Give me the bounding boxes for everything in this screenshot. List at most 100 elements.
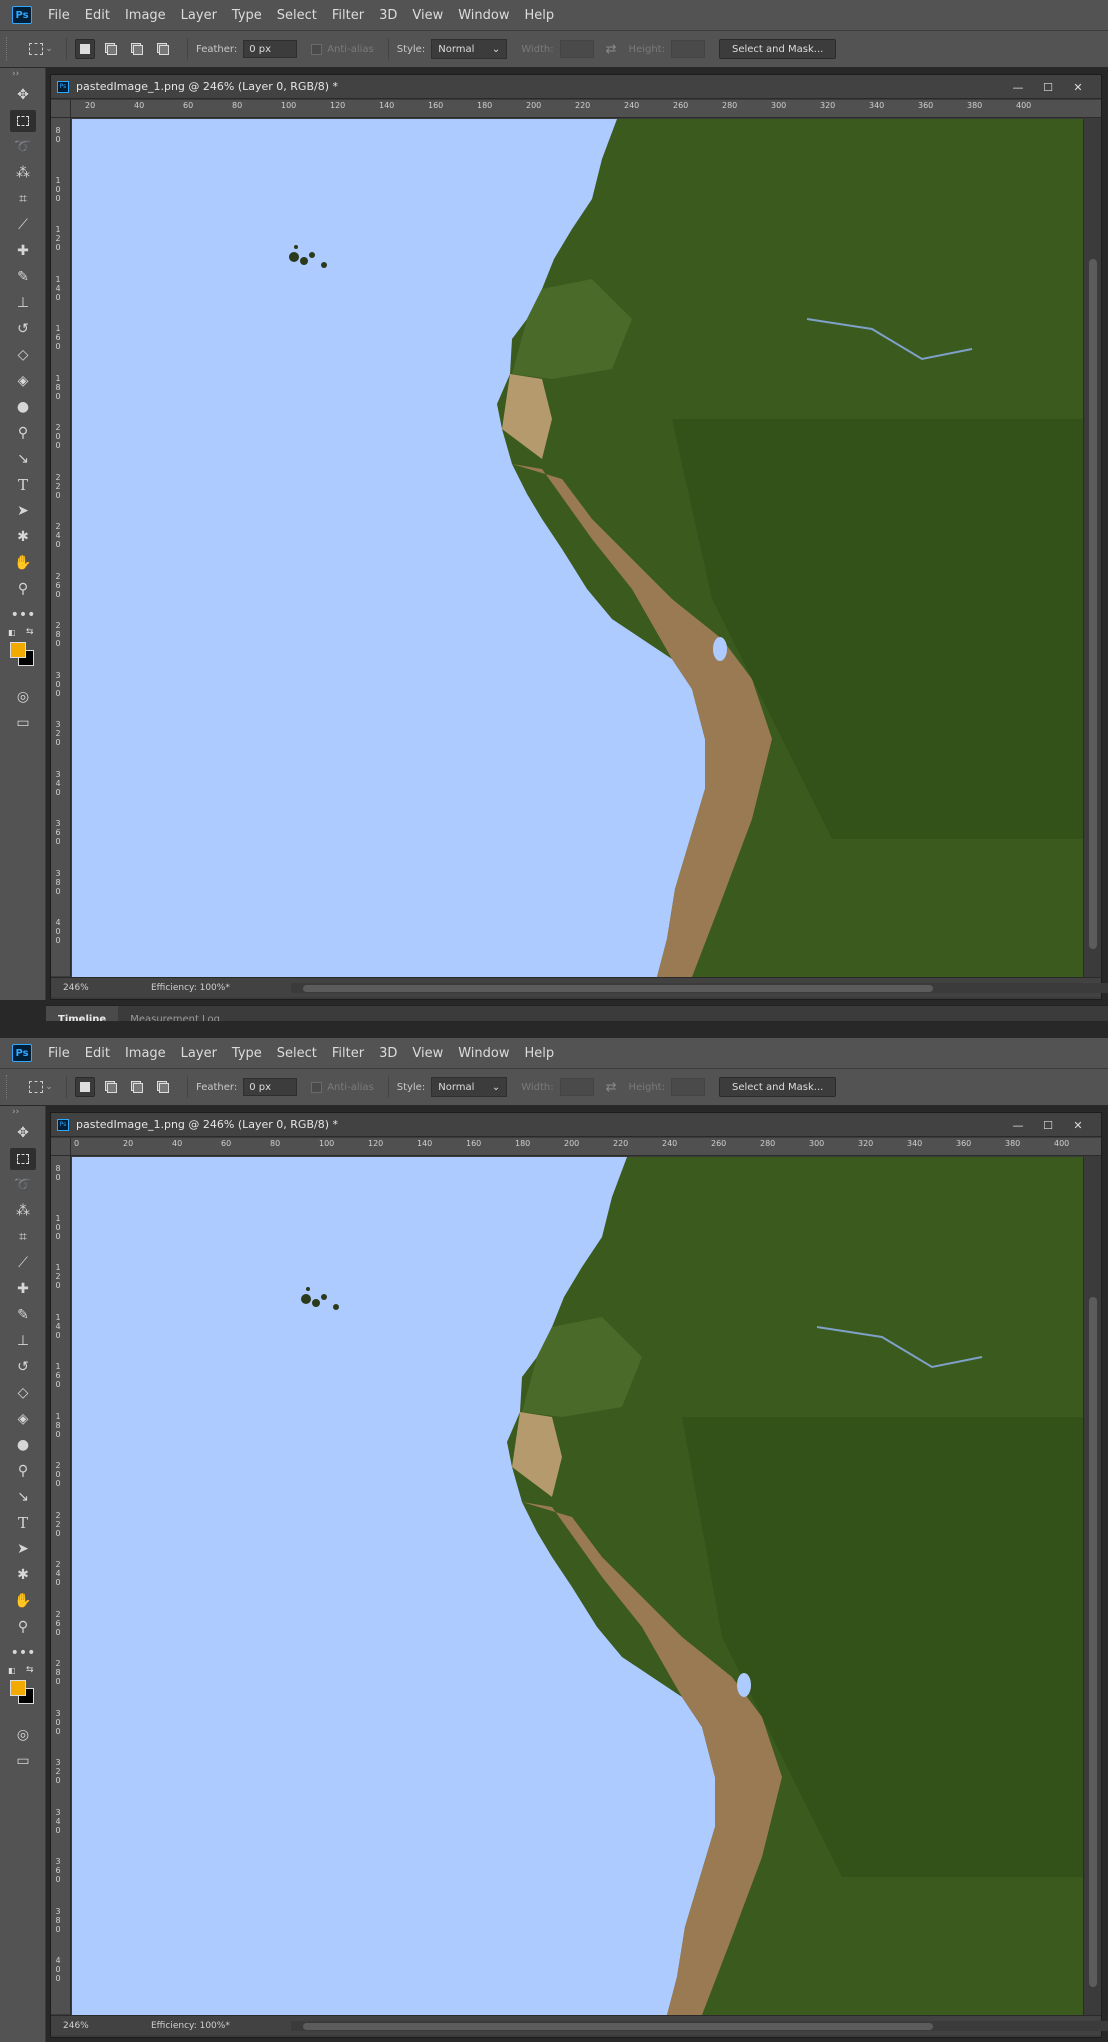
menu-help[interactable]: Help: [525, 8, 555, 23]
swap-colors-icon[interactable]: ⇆: [26, 1665, 34, 1675]
pen-tool[interactable]: ↘: [0, 446, 46, 472]
width-input[interactable]: [559, 40, 594, 58]
eyedropper-tool[interactable]: ⟋: [0, 212, 46, 238]
horizontal-scroll-thumb[interactable]: [303, 2023, 933, 2030]
ruler-origin[interactable]: [51, 1138, 71, 1156]
menu-image[interactable]: Image: [125, 1046, 166, 1061]
maximize-icon[interactable]: ☐: [1033, 1119, 1063, 1132]
healing-brush-tool[interactable]: ✚: [0, 1276, 46, 1302]
horizontal-scrollbar[interactable]: [291, 2021, 1108, 2031]
quick-mask-button[interactable]: ◎: [0, 1722, 46, 1748]
menu-select[interactable]: Select: [277, 8, 317, 23]
screen-mode-button[interactable]: ▭: [0, 1748, 46, 1774]
path-select-tool[interactable]: ➤: [0, 498, 46, 524]
default-colors-icon[interactable]: ◧: [8, 1666, 18, 1676]
swap-colors-icon[interactable]: ⇆: [26, 627, 34, 637]
tool-preset-picker[interactable]: ⌄: [24, 1076, 58, 1098]
more-tools[interactable]: •••: [0, 602, 46, 628]
crop-tool[interactable]: ⌗: [0, 1224, 46, 1250]
menu-edit[interactable]: Edit: [85, 1046, 110, 1061]
menu-edit[interactable]: Edit: [85, 8, 110, 23]
select-and-mask-button[interactable]: Select and Mask...: [718, 39, 837, 59]
vertical-ruler[interactable]: 8 0 1 0 0 1 2 0 1 4 0 1 6 0 1 8 0 2 0 0 2 2 0 2 …: [51, 118, 71, 976]
pen-tool[interactable]: ↘: [0, 1484, 46, 1510]
menu-select[interactable]: Select: [277, 1046, 317, 1061]
brush-tool[interactable]: ✎: [0, 264, 46, 290]
menu-image[interactable]: Image: [125, 8, 166, 23]
horizontal-ruler[interactable]: 20 40 60 80 100 120 140 160 180 200 220 240 260 280 30…: [71, 100, 1101, 118]
new-selection-button[interactable]: [75, 39, 95, 59]
magic-wand-tool[interactable]: ⁂: [0, 160, 46, 186]
paint-bucket-tool[interactable]: ◈: [0, 368, 46, 394]
menu-layer[interactable]: Layer: [181, 8, 217, 23]
collapse-panel-icon[interactable]: ››: [0, 68, 45, 82]
tab-timeline[interactable]: Timeline: [46, 1005, 119, 1021]
menu-file[interactable]: File: [48, 1046, 70, 1061]
intersect-selection-button[interactable]: [153, 39, 173, 59]
menu-view[interactable]: View: [412, 1046, 443, 1061]
ruler-origin[interactable]: [51, 100, 71, 118]
options-grip[interactable]: [6, 37, 14, 61]
subtract-selection-button[interactable]: [127, 1077, 147, 1097]
clone-stamp-tool[interactable]: ⊥: [0, 290, 46, 316]
ps-logo-icon[interactable]: Ps: [12, 1044, 32, 1062]
width-input[interactable]: [559, 1078, 594, 1096]
subtract-selection-button[interactable]: [127, 39, 147, 59]
feather-input[interactable]: 0 px: [243, 1078, 298, 1096]
lasso-tool[interactable]: ➰: [0, 134, 46, 160]
menu-view[interactable]: View: [412, 8, 443, 23]
collapse-panel-icon[interactable]: ››: [0, 1106, 45, 1120]
rect-marquee-tool[interactable]: [0, 108, 46, 134]
swap-dimensions-icon[interactable]: ⇄: [606, 1080, 617, 1095]
menu-type[interactable]: Type: [232, 8, 262, 23]
type-tool[interactable]: T: [0, 472, 46, 498]
minimize-icon[interactable]: —: [1003, 1119, 1033, 1132]
eraser-tool[interactable]: ◇: [0, 342, 46, 368]
history-brush-tool[interactable]: ↺: [0, 316, 46, 342]
vertical-scrollbar[interactable]: [1083, 119, 1101, 977]
blur-tool[interactable]: ●: [0, 1432, 46, 1458]
blur-tool[interactable]: ●: [0, 394, 46, 420]
menu-window[interactable]: Window: [458, 8, 509, 23]
antialias-checkbox[interactable]: [311, 43, 323, 55]
feather-input[interactable]: 0 px: [243, 40, 298, 58]
menu-type[interactable]: Type: [232, 1046, 262, 1061]
menu-help[interactable]: Help: [525, 1046, 555, 1061]
menu-3d[interactable]: 3D: [379, 8, 397, 23]
add-selection-button[interactable]: [101, 1077, 121, 1097]
height-input[interactable]: [670, 40, 705, 58]
foreground-color[interactable]: [10, 642, 26, 658]
crop-tool[interactable]: ⌗: [0, 186, 46, 212]
screen-mode-button[interactable]: ▭: [0, 710, 46, 736]
antialias-checkbox[interactable]: [311, 1081, 323, 1093]
path-select-tool[interactable]: ➤: [0, 1536, 46, 1562]
new-selection-button[interactable]: [75, 1077, 95, 1097]
minimize-icon[interactable]: —: [1003, 81, 1033, 94]
document-tab[interactable]: Ps pastedImage_1.png @ 246% (Layer 0, RG…: [51, 75, 1101, 99]
type-tool[interactable]: T: [0, 1510, 46, 1536]
history-brush-tool[interactable]: ↺: [0, 1354, 46, 1380]
zoom-tool[interactable]: ⚲: [0, 1614, 46, 1640]
horizontal-ruler[interactable]: 0 20 40 60 80 100 120 140 160 180 200 220 240 260 280 3…: [71, 1138, 1101, 1156]
dodge-tool[interactable]: ⚲: [0, 1458, 46, 1484]
tool-preset-picker[interactable]: ⌄: [24, 38, 58, 60]
vertical-scroll-thumb[interactable]: [1089, 1297, 1097, 1987]
vertical-ruler[interactable]: 8 0 1 0 0 1 2 0 1 4 0 1 6 0 1 8 0 2 0 0 2 2 0 2 …: [51, 1156, 71, 2014]
intersect-selection-button[interactable]: [153, 1077, 173, 1097]
menu-window[interactable]: Window: [458, 1046, 509, 1061]
menu-filter[interactable]: Filter: [332, 8, 364, 23]
menu-layer[interactable]: Layer: [181, 1046, 217, 1061]
move-tool[interactable]: ✥: [0, 1120, 46, 1146]
eyedropper-tool[interactable]: ⟋: [0, 1250, 46, 1276]
swap-dimensions-icon[interactable]: ⇄: [606, 42, 617, 57]
magic-wand-tool[interactable]: ⁂: [0, 1198, 46, 1224]
select-and-mask-button[interactable]: Select and Mask...: [718, 1077, 837, 1097]
lasso-tool[interactable]: ➰: [0, 1172, 46, 1198]
vertical-scrollbar[interactable]: [1083, 1157, 1101, 2015]
style-select[interactable]: Normal ⌄: [431, 39, 508, 59]
quick-mask-button[interactable]: ◎: [0, 684, 46, 710]
horizontal-scroll-thumb[interactable]: [303, 985, 933, 992]
custom-shape-tool[interactable]: ✱: [0, 1562, 46, 1588]
horizontal-scrollbar[interactable]: [291, 983, 1108, 993]
ps-logo-icon[interactable]: Ps: [12, 6, 32, 24]
